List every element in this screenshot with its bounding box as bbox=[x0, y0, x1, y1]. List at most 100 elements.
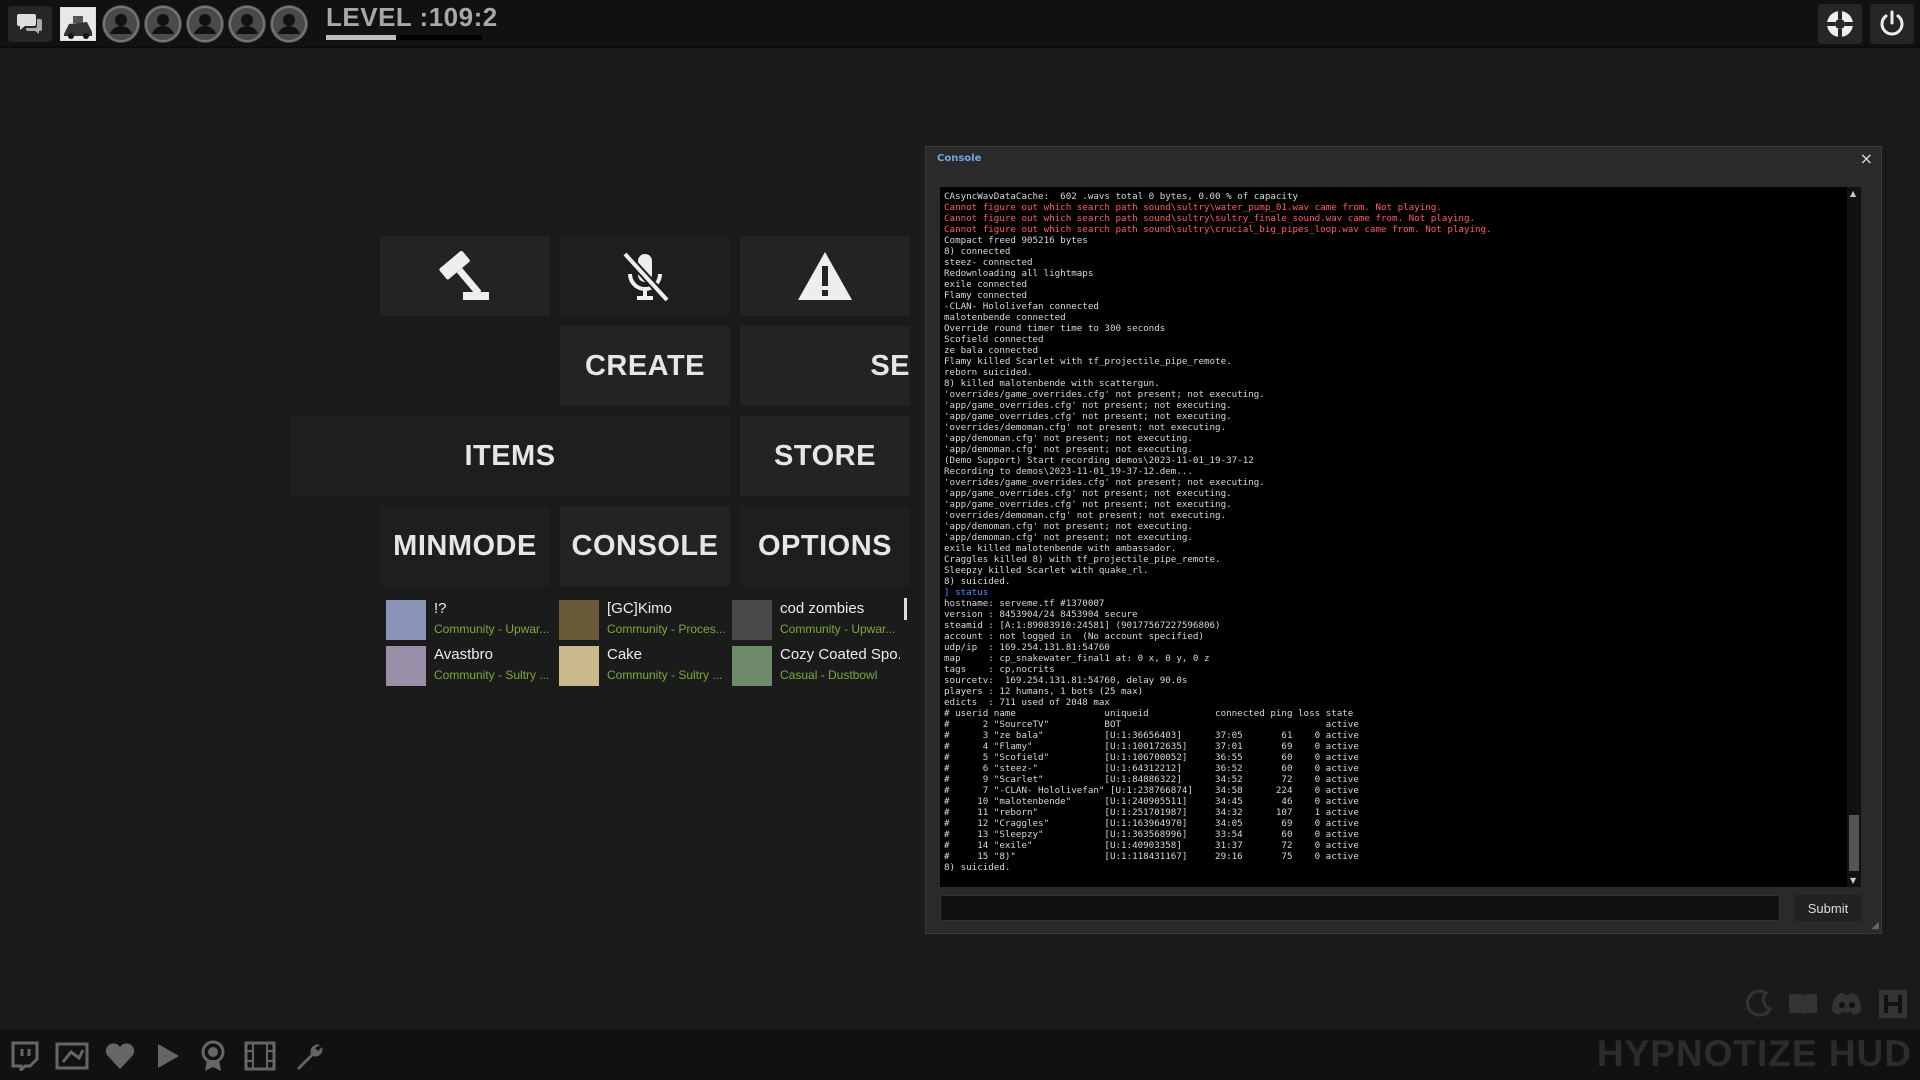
console-line: edicts : 711 used of 2048 max bbox=[944, 697, 1110, 708]
achievement-icon bbox=[201, 1040, 225, 1071]
server-thumbnail bbox=[559, 646, 599, 686]
quit-button[interactable] bbox=[1870, 4, 1914, 44]
items-button[interactable]: ITEMS bbox=[290, 416, 730, 496]
server-name: [GC]Kimo bbox=[607, 600, 673, 617]
console-line: CAsyncWavDataCache: 602 .wavs total 0 by… bbox=[944, 191, 1299, 202]
console-line: sourcetv: 169.254.131.81:54760, delay 90… bbox=[944, 675, 1188, 686]
console-line: malotenbende connected bbox=[944, 312, 1066, 323]
console-line: Sleepzy killed Scarlet with quake_rl. bbox=[944, 565, 1149, 576]
party-member-icon bbox=[145, 6, 181, 42]
server-list-scrollbar[interactable] bbox=[904, 598, 907, 620]
server-name: Cozy Coated Spo... bbox=[780, 646, 900, 663]
close-icon[interactable]: × bbox=[1860, 149, 1873, 168]
party-member-icon bbox=[271, 6, 307, 42]
console-line: steez- connected bbox=[944, 257, 1033, 268]
chat-button[interactable] bbox=[8, 6, 52, 42]
workshop-button[interactable] bbox=[292, 1039, 326, 1073]
console-line: # 11 "reborn" [U:1:251701987] 34:32 107 … bbox=[944, 807, 1359, 818]
hud-button[interactable] bbox=[1876, 987, 1910, 1021]
server-name: Avastbro bbox=[434, 646, 493, 663]
party-slot[interactable] bbox=[270, 5, 308, 43]
console-line: Override round timer time to 300 seconds bbox=[944, 323, 1166, 334]
console-line: # 14 "exile" [U:1:40903358] 31:37 72 0 a… bbox=[944, 840, 1359, 851]
console-line: 8) killed malotenbende with scattergun. bbox=[944, 378, 1160, 389]
console-scrollbar[interactable]: ▲ ▼ bbox=[1847, 187, 1861, 887]
options-button[interactable]: OPTIONS bbox=[740, 506, 910, 586]
twitch-button[interactable] bbox=[7, 1039, 41, 1073]
console-line: Flamy killed Scarlet with tf_projectile_… bbox=[944, 356, 1232, 367]
console-line: # 12 "Craggles" [U:1:163964970] 34:05 69… bbox=[944, 818, 1359, 829]
console-line: # 4 "Flamy" [U:1:100172635] 37:01 69 0 a… bbox=[944, 741, 1359, 752]
chat-icon bbox=[17, 14, 42, 34]
connections-icon bbox=[55, 1042, 89, 1070]
minmode-button[interactable]: MINMODE bbox=[380, 506, 550, 586]
console-window: Console × CAsyncWavDataCache: 602 .wavs … bbox=[925, 146, 1882, 934]
party-slot[interactable] bbox=[144, 5, 182, 43]
discord-icon bbox=[1832, 993, 1861, 1015]
console-line: # 6 "steez-" [U:1:64312212] 36:52 60 0 a… bbox=[944, 763, 1359, 774]
server-item[interactable]: !? Community - Upwar... bbox=[382, 598, 552, 642]
server-item[interactable]: Avastbro Community - Sultry ... bbox=[382, 644, 552, 688]
scroll-thumb[interactable] bbox=[1849, 815, 1859, 871]
server-category: Community - Sultry ... bbox=[434, 668, 550, 682]
party-slot[interactable] bbox=[186, 5, 224, 43]
resize-grip-icon[interactable]: ◢ bbox=[1871, 920, 1879, 931]
console-line: # 15 "8)" [U:1:118431167] 29:16 75 0 act… bbox=[944, 851, 1359, 862]
submit-button[interactable]: Submit bbox=[1794, 895, 1862, 921]
mute-button[interactable] bbox=[560, 236, 730, 316]
moon-icon bbox=[1746, 989, 1773, 1017]
play-button[interactable] bbox=[151, 1039, 185, 1073]
avatar[interactable] bbox=[60, 7, 96, 41]
console-line: Craggles killed 8) with tf_projectile_pi… bbox=[944, 554, 1221, 565]
server-item[interactable]: Cozy Coated Spo... Casual - Dustbowl bbox=[728, 644, 900, 688]
console-line: reborn suicided. bbox=[944, 367, 1033, 378]
console-line: # 7 "-CLAN- Hololivefan" [U:1:238766874]… bbox=[944, 785, 1359, 796]
console-line: -CLAN- Hololivefan connected bbox=[944, 301, 1099, 312]
server-list: !? Community - Upwar... [GC]Kimo Communi… bbox=[380, 596, 910, 692]
console-line: (Demo Support) Start recording demos\202… bbox=[944, 455, 1254, 466]
server-category: Community - Upwar... bbox=[434, 622, 550, 636]
console-button[interactable]: CONSOLE bbox=[560, 506, 730, 586]
guide-button[interactable] bbox=[1786, 987, 1820, 1021]
console-input[interactable] bbox=[940, 895, 1780, 921]
connections-button[interactable] bbox=[55, 1039, 89, 1073]
power-icon bbox=[1880, 10, 1904, 36]
server-item[interactable]: [GC]Kimo Community - Proces... bbox=[555, 598, 726, 642]
console-line: Cannot figure out which search path soun… bbox=[944, 213, 1476, 224]
console-title: Console bbox=[937, 153, 982, 164]
scroll-down-icon[interactable]: ▼ bbox=[1850, 876, 1856, 885]
server-category: Casual - Dustbowl bbox=[780, 668, 878, 682]
server-item[interactable]: Cake Community - Sultry ... bbox=[555, 644, 725, 688]
server-category: Community - Proces... bbox=[607, 622, 726, 636]
console-line: 'overrides/game_overrides.cfg' not prese… bbox=[944, 477, 1265, 488]
console-line: 'overrides/game_overrides.cfg' not prese… bbox=[944, 389, 1265, 400]
party-member-icon bbox=[229, 6, 265, 42]
console-log: CAsyncWavDataCache: 602 .wavs total 0 by… bbox=[944, 191, 1844, 873]
party-slot[interactable] bbox=[102, 5, 140, 43]
console-line: players : 12 humans, 1 bots (25 max) bbox=[944, 686, 1144, 697]
console-output[interactable]: CAsyncWavDataCache: 602 .wavs total 0 by… bbox=[940, 187, 1861, 887]
server-item[interactable]: cod zombies Community - Upwar... bbox=[728, 598, 898, 642]
report-button[interactable] bbox=[380, 236, 550, 316]
store-button[interactable]: STORE bbox=[740, 416, 910, 496]
console-line: 'app/demoman.cfg' not present; not execu… bbox=[944, 521, 1193, 532]
console-line: exile connected bbox=[944, 279, 1027, 290]
console-line: # 13 "Sleepzy" [U:1:363568996] 33:54 60 … bbox=[944, 829, 1359, 840]
replay-button[interactable] bbox=[243, 1039, 277, 1073]
film-icon bbox=[244, 1041, 276, 1071]
create-button[interactable]: CREATE bbox=[560, 326, 730, 406]
console-line: # 3 "ze bala" [U:1:36656403] 37:05 61 0 … bbox=[944, 730, 1359, 741]
warning-icon bbox=[798, 252, 852, 300]
console-line: 'app/demoman.cfg' not present; not execu… bbox=[944, 532, 1193, 543]
achievements-button[interactable] bbox=[196, 1039, 230, 1073]
party-slot[interactable] bbox=[228, 5, 266, 43]
warning-button[interactable] bbox=[740, 236, 910, 316]
scroll-up-icon[interactable]: ▲ bbox=[1850, 189, 1856, 198]
console-line: Cannot figure out which search path soun… bbox=[944, 202, 1442, 213]
tf2-button[interactable] bbox=[1818, 4, 1862, 44]
favorites-button[interactable] bbox=[103, 1039, 137, 1073]
wrench-icon bbox=[297, 1044, 323, 1070]
discord-button[interactable] bbox=[1830, 987, 1864, 1021]
servers-button[interactable]: SE bbox=[740, 326, 910, 406]
moon-button[interactable] bbox=[1742, 987, 1776, 1021]
